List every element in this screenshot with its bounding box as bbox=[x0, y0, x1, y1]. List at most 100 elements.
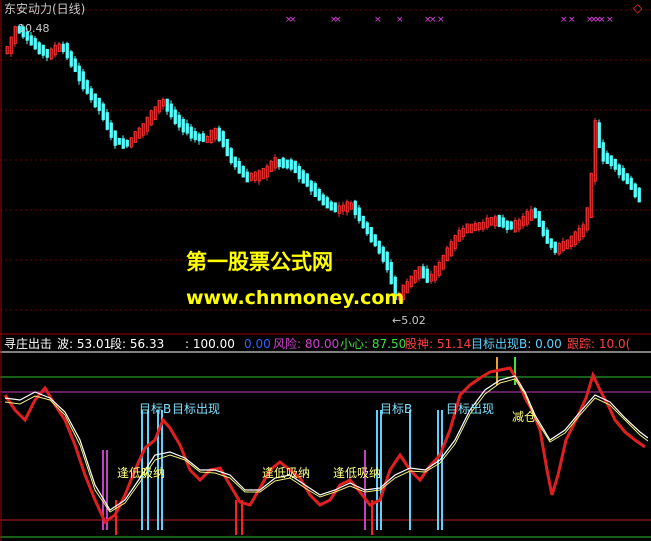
candle-body bbox=[181, 118, 185, 133]
candle-body bbox=[549, 238, 553, 248]
candle-body bbox=[89, 88, 93, 101]
candle-body bbox=[633, 183, 637, 198]
candle-body bbox=[105, 112, 109, 130]
candle-body bbox=[173, 109, 177, 124]
candle-body bbox=[61, 43, 65, 52]
candle-body bbox=[361, 215, 365, 229]
signal-marker: × bbox=[289, 15, 297, 25]
signal-marker: × bbox=[606, 15, 614, 25]
candle-body bbox=[201, 133, 205, 142]
candle-body bbox=[193, 131, 197, 141]
indicator-item-track: 跟踪: 10.0( bbox=[567, 337, 631, 351]
stock-chart-window[interactable]: × × × × × × × × × × × × × × × × 东安动力(日线) ◇ 10.48 ←5.02 … bbox=[0, 0, 651, 541]
candle-body bbox=[93, 93, 97, 108]
annotation-target-b-1: 目标B bbox=[139, 402, 172, 416]
candle-body bbox=[621, 167, 625, 181]
indicator-item-zero: 0.00 bbox=[244, 337, 271, 351]
candle-body bbox=[545, 229, 549, 244]
candle-body bbox=[497, 215, 501, 227]
signal-marker: × bbox=[560, 15, 568, 25]
candle-body bbox=[385, 251, 389, 271]
candle-body bbox=[389, 262, 393, 285]
candle-body bbox=[629, 177, 633, 190]
candle-body bbox=[509, 221, 513, 230]
candle-body bbox=[505, 220, 509, 230]
candle-body bbox=[233, 156, 237, 168]
candle-body bbox=[601, 142, 605, 162]
candle-body bbox=[353, 200, 357, 216]
candle-body bbox=[609, 155, 613, 167]
candle-body bbox=[73, 58, 77, 72]
candle-body bbox=[113, 130, 117, 146]
candle-body bbox=[617, 164, 621, 176]
candle-body bbox=[357, 207, 361, 222]
candle-body bbox=[221, 131, 225, 147]
signal-marker: × bbox=[437, 15, 445, 25]
candle-body bbox=[69, 51, 73, 67]
candle-body bbox=[537, 211, 541, 227]
candle-body bbox=[65, 43, 69, 59]
indicator-series bbox=[3, 357, 649, 535]
signal-marker: × bbox=[568, 15, 576, 25]
candle-body bbox=[197, 133, 201, 142]
candle-body bbox=[37, 42, 41, 55]
candle-body bbox=[625, 173, 629, 185]
candle-body bbox=[225, 138, 229, 157]
candle-body bbox=[281, 157, 285, 168]
indicator-name: 寻庄出击 bbox=[4, 337, 53, 351]
candle-body bbox=[85, 80, 89, 94]
annotation-buy-low-1: 逢低吸纳 bbox=[117, 466, 166, 480]
candle-body bbox=[117, 137, 121, 145]
candle-body bbox=[613, 158, 617, 170]
candle-body bbox=[97, 97, 101, 112]
candle-body bbox=[185, 123, 189, 134]
candle-body bbox=[421, 266, 425, 279]
candle-body bbox=[229, 148, 233, 164]
candle-body bbox=[189, 126, 193, 139]
indicator-item-target-b: 目标出现B: 0.00 bbox=[471, 337, 562, 351]
candle-body bbox=[41, 44, 45, 56]
window-title: 东安动力(日线) bbox=[4, 2, 86, 16]
price-low-label: ←5.02 bbox=[392, 314, 426, 327]
candle-body bbox=[293, 160, 297, 174]
candle-body bbox=[365, 222, 369, 235]
candle-body bbox=[101, 103, 105, 121]
candle-body bbox=[237, 161, 241, 174]
indicator-item-wave: 波: 53.01 bbox=[57, 337, 112, 351]
annotation-target-appear-2: 目标出现 bbox=[446, 402, 495, 416]
annotation-buy-low-2: 逢低吸纳 bbox=[262, 466, 311, 480]
candle-body bbox=[125, 139, 129, 147]
candle-body bbox=[301, 170, 305, 184]
candle-body bbox=[45, 48, 49, 58]
price-low-value: 5.02 bbox=[401, 314, 426, 327]
candle-body bbox=[333, 202, 337, 213]
signal-marker: × bbox=[598, 15, 606, 25]
candle-body bbox=[29, 35, 33, 46]
signal-marker: × bbox=[374, 15, 382, 25]
watermark-title: 第一股票公式网 bbox=[186, 250, 333, 274]
candle-body bbox=[121, 138, 125, 149]
indicator-item-max: : 100.00 bbox=[185, 337, 235, 351]
candle-body bbox=[541, 221, 545, 236]
candle-body bbox=[289, 159, 293, 170]
candle-body bbox=[305, 173, 309, 187]
signal-marker: × bbox=[429, 15, 437, 25]
candle-body bbox=[309, 180, 313, 192]
candle-body bbox=[377, 240, 381, 254]
candle-body bbox=[81, 71, 85, 90]
candle-body bbox=[277, 159, 281, 168]
watermark-url: www.chnmoney.com bbox=[186, 287, 405, 309]
candle-body bbox=[325, 197, 329, 209]
annotation-target-b-2: 目标B bbox=[380, 402, 413, 416]
candle-body bbox=[169, 103, 173, 118]
candle-body bbox=[553, 241, 557, 253]
candle-body bbox=[109, 122, 113, 138]
top-signal-markers: ×× ×× × × ×× × × × ×××× × bbox=[285, 15, 614, 25]
candle-body bbox=[33, 38, 37, 50]
diamond-icon[interactable]: ◇ bbox=[633, 1, 645, 15]
candle-body bbox=[329, 201, 333, 211]
candle-body bbox=[297, 165, 301, 180]
candle-body bbox=[533, 208, 537, 219]
candle-body bbox=[165, 98, 169, 112]
indicator-item-risk: 风险: 80.00 bbox=[273, 337, 340, 351]
